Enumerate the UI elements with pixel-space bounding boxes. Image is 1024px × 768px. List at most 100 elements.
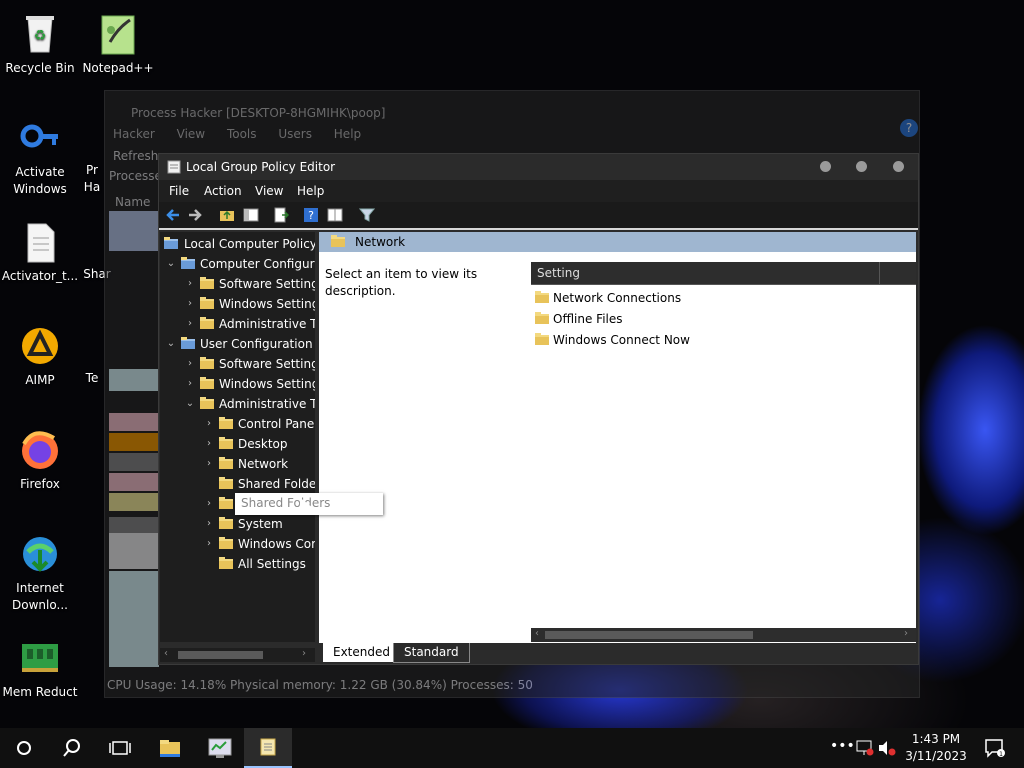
menu-users[interactable]: Users (278, 127, 312, 141)
tree-item[interactable]: › Windows Setting (160, 374, 315, 394)
export-list-icon[interactable] (273, 207, 289, 223)
process-row[interactable] (109, 433, 159, 451)
scroll-right-icon[interactable]: › (904, 628, 908, 639)
pane-splitter[interactable] (315, 232, 318, 662)
tab-extended[interactable]: Extended (323, 643, 400, 662)
menu-view[interactable]: View (177, 127, 205, 141)
tree-item[interactable]: › Software Setting (160, 274, 315, 294)
expand-chevron-icon[interactable]: › (185, 294, 195, 314)
tree-item[interactable]: › System (160, 514, 315, 534)
help-icon[interactable]: ? (303, 207, 319, 223)
tree-item[interactable]: Shared Folde (160, 474, 315, 494)
menu-view[interactable]: View (255, 184, 283, 198)
show-hidden-icons[interactable]: ••• (830, 738, 855, 754)
start-icon[interactable] (10, 734, 38, 762)
process-row[interactable] (109, 517, 159, 533)
group-policy-editor-window[interactable]: Local Group Policy Editor File Action Vi… (158, 153, 919, 665)
menu-file[interactable]: File (169, 184, 189, 198)
minimize-button[interactable] (820, 161, 831, 172)
process-row[interactable] (109, 493, 159, 511)
expand-chevron-icon[interactable]: › (204, 454, 214, 474)
clock[interactable]: 1:43 PM 3/11/2023 (898, 731, 974, 765)
expand-chevron-icon[interactable]: › (204, 414, 214, 434)
column-header-setting[interactable]: Setting (531, 262, 916, 285)
process-row[interactable] (109, 473, 159, 491)
scroll-left-icon[interactable]: ‹ (535, 628, 539, 639)
expand-chevron-icon[interactable]: › (185, 274, 195, 294)
expand-chevron-icon[interactable]: › (185, 374, 195, 394)
menu-action[interactable]: Action (204, 184, 242, 198)
tree-item[interactable]: › Windows Cor (160, 534, 315, 554)
desktop-icon-idm[interactable]: Internet Downlo... (0, 532, 80, 614)
tree-item[interactable]: › Windows Setting (160, 294, 315, 314)
search-icon[interactable] (58, 734, 86, 762)
tree-item-label: All Settings (238, 557, 306, 571)
scroll-left-icon[interactable]: ‹ (164, 648, 168, 659)
file-explorer-icon[interactable] (156, 734, 184, 762)
task-view-icon[interactable] (106, 734, 134, 762)
list-horizontal-scrollbar[interactable]: ‹ › (531, 628, 916, 642)
collapse-chevron-icon[interactable]: ⌄ (185, 394, 195, 414)
process-row[interactable] (109, 369, 159, 391)
process-row[interactable] (109, 571, 159, 667)
desktop-icon-recycle-bin[interactable]: ♻ Recycle Bin (0, 12, 80, 77)
collapse-chevron-icon[interactable]: ⌄ (166, 254, 176, 274)
tree-item[interactable]: ⌄ Computer Configura (160, 254, 315, 274)
volume-muted-icon[interactable] (878, 740, 896, 756)
desktop-icon-firefox[interactable]: Firefox (0, 428, 80, 493)
scrollbar-thumb[interactable] (178, 651, 263, 659)
process-row[interactable] (109, 533, 159, 569)
desktop-icon-mem-reduct[interactable]: Mem Reduct (0, 636, 80, 701)
tree-item[interactable]: › Administrative T (160, 314, 315, 334)
expand-chevron-icon[interactable]: › (204, 534, 214, 554)
back-arrow-icon[interactable] (165, 207, 181, 223)
tree-item[interactable]: › Network (160, 454, 315, 474)
expand-chevron-icon[interactable]: › (204, 434, 214, 454)
help-icon[interactable]: ? (900, 119, 918, 137)
filter-icon[interactable] (359, 207, 375, 223)
column-header-name[interactable]: Name (115, 195, 150, 209)
list-item-label: Windows Connect Now (553, 333, 690, 347)
expand-chevron-icon[interactable]: › (204, 494, 214, 514)
tree-item[interactable]: All Settings (160, 554, 315, 574)
tree-item[interactable]: › Control Pane (160, 414, 315, 434)
scrollbar-thumb[interactable] (545, 631, 753, 639)
scroll-right-icon[interactable]: › (302, 648, 306, 659)
process-hacker-taskbar-icon[interactable] (206, 734, 234, 762)
menu-help[interactable]: Help (297, 184, 324, 198)
tree-item[interactable]: ⌄ User Configuration (160, 334, 315, 354)
forward-arrow-icon[interactable] (187, 207, 203, 223)
desktop-icon-notepadpp[interactable]: Notepad++ (78, 12, 158, 77)
tree-item-label: Shared Folde (238, 477, 315, 491)
close-button[interactable] (893, 161, 904, 172)
navigation-tree[interactable]: Local Computer Policy ⌄ Computer Configura… (160, 232, 315, 642)
menu-tools[interactable]: Tools (227, 127, 257, 141)
expand-chevron-icon[interactable]: › (185, 314, 195, 334)
menu-hacker[interactable]: Hacker (113, 127, 155, 141)
tree-item[interactable]: ⌄ Administrative T (160, 394, 315, 414)
settings-list[interactable]: Setting Network Connections Offline File… (531, 262, 916, 632)
process-row[interactable] (109, 211, 159, 251)
folder-icon (535, 333, 549, 345)
notifications-icon[interactable]: 1 (984, 738, 1006, 758)
maximize-button[interactable] (856, 161, 867, 172)
group-policy-taskbar-button[interactable] (244, 728, 292, 768)
refresh-button[interactable]: Refresh (113, 149, 158, 163)
extended-view-icon[interactable] (327, 207, 343, 223)
network-icon[interactable] (856, 740, 874, 756)
tree-item-label: Software Setting (219, 357, 315, 371)
process-row[interactable] (109, 453, 159, 471)
menu-help[interactable]: Help (334, 127, 361, 141)
tree-item[interactable]: › Software Setting (160, 354, 315, 374)
tree-item[interactable]: › Desktop (160, 434, 315, 454)
expand-chevron-icon[interactable]: › (185, 354, 195, 374)
process-row[interactable] (109, 413, 159, 431)
expand-chevron-icon[interactable]: › (204, 514, 214, 534)
up-folder-icon[interactable] (219, 207, 235, 223)
collapse-chevron-icon[interactable]: ⌄ (166, 334, 176, 354)
tree-item[interactable]: Local Computer Policy (160, 234, 315, 254)
show-hide-tree-icon[interactable] (243, 207, 259, 223)
tree-horizontal-scrollbar[interactable]: ‹ › (160, 648, 315, 662)
title-bar[interactable]: Local Group Policy Editor (159, 154, 918, 180)
tab-standard[interactable]: Standard (393, 643, 470, 663)
